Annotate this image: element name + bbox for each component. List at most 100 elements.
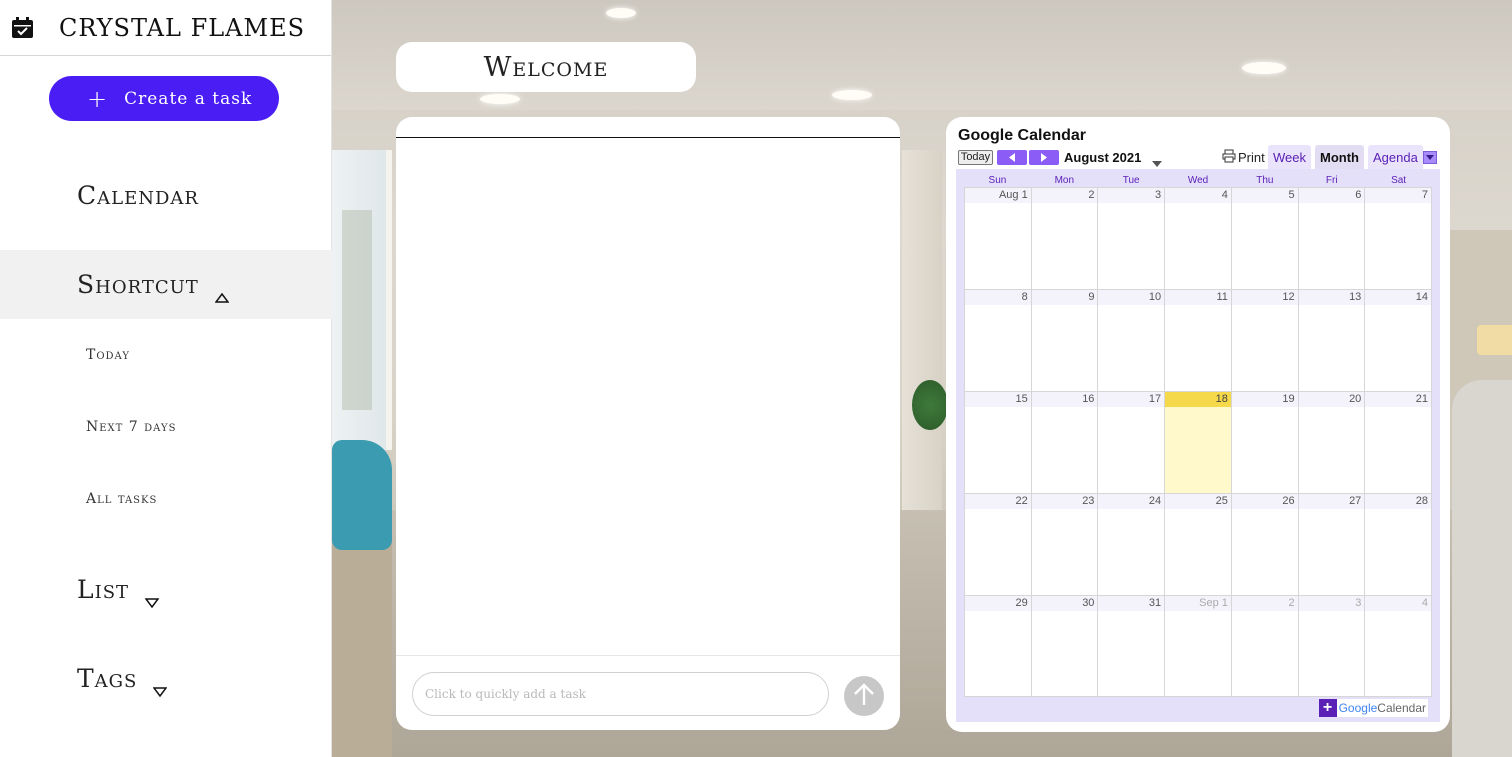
submit-task-button[interactable] [844, 676, 884, 716]
calendar-day-cell[interactable]: 17 [1098, 392, 1166, 493]
day-number: 28 [1365, 494, 1432, 509]
task-panel-footer-divider [396, 655, 900, 656]
calendar-day-cell[interactable]: 10 [1098, 290, 1166, 391]
nav-list[interactable]: List [0, 555, 332, 624]
calendar-day-cell[interactable]: 31 [1098, 596, 1166, 696]
day-number: 2 [1231, 596, 1298, 611]
calendar-day-cell[interactable]: 27 [1298, 494, 1366, 595]
calendar-day-cell[interactable]: 23 [1031, 494, 1099, 595]
weekday-label: Thu [1256, 175, 1274, 186]
nav-tags-label: Tags [77, 664, 138, 693]
calendar-day-cell[interactable]: 16 [1031, 392, 1099, 493]
day-number: 29 [965, 596, 1031, 611]
calendar-day-cell[interactable]: 14 [1365, 290, 1433, 391]
day-number: 15 [965, 392, 1031, 407]
tab-agenda[interactable]: Agenda [1368, 145, 1423, 169]
day-number: 18 [1165, 392, 1231, 407]
calendar-week-row: 22 23 24 25 26 27 28 [965, 493, 1433, 595]
nav-calendar[interactable]: Calendar [0, 161, 332, 230]
day-number: 19 [1231, 392, 1298, 407]
quick-add-task-input[interactable] [412, 672, 829, 716]
caret-down-icon [144, 585, 160, 608]
badge-google: Google [1338, 701, 1378, 715]
calendar-day-cell[interactable]: 19 [1231, 392, 1299, 493]
arrow-up-icon [853, 682, 875, 710]
day-number: 3 [1298, 596, 1365, 611]
calendar-day-cell[interactable]: 5 [1231, 188, 1299, 289]
calendar-day-cell[interactable]: 4 [1365, 596, 1433, 696]
calendar-day-cell[interactable]: 20 [1298, 392, 1366, 493]
nav-shortcut[interactable]: Shortcut [0, 250, 332, 319]
calendar-day-today[interactable]: 18 [1165, 392, 1232, 493]
day-number: 3 [1098, 188, 1165, 203]
calendar-day-cell[interactable]: Aug 1 [965, 188, 1032, 289]
create-task-button[interactable]: + Create a task [49, 76, 279, 121]
day-number: 8 [965, 290, 1031, 305]
day-number: 7 [1365, 188, 1432, 203]
calendar-next-button[interactable] [1029, 150, 1059, 165]
day-number: 4 [1365, 596, 1432, 611]
calendar-prev-button[interactable] [997, 150, 1027, 165]
calendar-day-cell[interactable]: 21 [1365, 392, 1433, 493]
calendar-day-cell[interactable]: 6 [1298, 188, 1366, 289]
calendar-day-cell[interactable]: 30 [1031, 596, 1099, 696]
create-task-label: Create a task [124, 88, 253, 109]
calendar-today-button[interactable]: Today [958, 150, 993, 165]
nav-today[interactable]: Today [0, 340, 332, 370]
calendar-week-row: Aug 1234567 [965, 187, 1433, 289]
calendar-day-cell[interactable]: 2 [1231, 596, 1299, 696]
calendar-week-row: 8 9 10 11 12 13 14 [965, 289, 1433, 391]
day-number: 20 [1298, 392, 1365, 407]
day-number: 31 [1098, 596, 1165, 611]
calendar-week-row: 15 16 17 18 19 20 21 [965, 391, 1433, 493]
calendar-day-cell[interactable]: 11 [1165, 290, 1232, 391]
day-number: 23 [1031, 494, 1098, 509]
month-dropdown-icon[interactable] [1152, 154, 1162, 167]
calendar-toolbar: Today August 2021 Print Week Month Agend… [958, 145, 1438, 170]
tab-month[interactable]: Month [1315, 145, 1364, 169]
calendar-day-cell[interactable]: 26 [1231, 494, 1299, 595]
day-number: 6 [1298, 188, 1365, 203]
day-number: 14 [1365, 290, 1432, 305]
calendar-day-cell[interactable]: Sep 1 [1165, 596, 1232, 696]
nav-all-tasks[interactable]: All tasks [0, 484, 332, 514]
day-number: 16 [1031, 392, 1098, 407]
calendar-day-cell[interactable]: 7 [1365, 188, 1433, 289]
calendar-day-cell[interactable]: 15 [965, 392, 1032, 493]
calendar-day-cell[interactable]: 24 [1098, 494, 1166, 595]
weekday-label: Mon [1054, 175, 1075, 186]
calendar-day-cell[interactable]: 9 [1031, 290, 1099, 391]
view-menu-dropdown-icon[interactable] [1423, 151, 1437, 164]
caret-down-icon [152, 674, 168, 697]
nav-calendar-label: Calendar [77, 181, 199, 210]
calendar-day-cell[interactable]: 3 [1098, 188, 1166, 289]
nav-next-7-days[interactable]: Next 7 days [0, 412, 332, 442]
google-calendar-widget: Google Calendar Today August 2021 Print … [946, 117, 1450, 732]
triangle-right-icon [1040, 149, 1048, 167]
task-panel-divider [396, 137, 900, 138]
calendar-day-cell[interactable]: 3 [1298, 596, 1366, 696]
calendar-day-cell[interactable]: 25 [1165, 494, 1232, 595]
day-number: 30 [1031, 596, 1098, 611]
plus-icon: + [1318, 699, 1337, 717]
calendar-day-cell[interactable]: 12 [1231, 290, 1299, 391]
triangle-left-icon [1008, 149, 1016, 167]
tab-week[interactable]: Week [1268, 145, 1311, 169]
calendar-day-cell[interactable]: 28 [1365, 494, 1433, 595]
calendar-day-cell[interactable]: 8 [965, 290, 1032, 391]
task-panel [396, 117, 900, 730]
welcome-banner: Welcome [396, 42, 696, 92]
google-calendar-badge[interactable]: + Google Calendar [1318, 699, 1428, 717]
calendar-day-cell[interactable]: 13 [1298, 290, 1366, 391]
nav-shortcut-label: Shortcut [77, 270, 199, 299]
calendar-print-button[interactable]: Print [1222, 149, 1265, 166]
calendar-day-cell[interactable]: 4 [1165, 188, 1232, 289]
calendar-day-cell[interactable]: 22 [965, 494, 1032, 595]
nav-today-label: Today [86, 347, 130, 363]
day-number: 9 [1031, 290, 1098, 305]
nav-tags[interactable]: Tags [0, 644, 332, 713]
calendar-month-grid: Sun Mon Tue Wed Thu Fri Sat Aug 1 2 3 4 5 6 7 8 9 10 11 1… [964, 175, 1433, 697]
day-number: 24 [1098, 494, 1165, 509]
calendar-day-cell[interactable]: 2 [1031, 188, 1099, 289]
calendar-day-cell[interactable]: 29 [965, 596, 1032, 696]
